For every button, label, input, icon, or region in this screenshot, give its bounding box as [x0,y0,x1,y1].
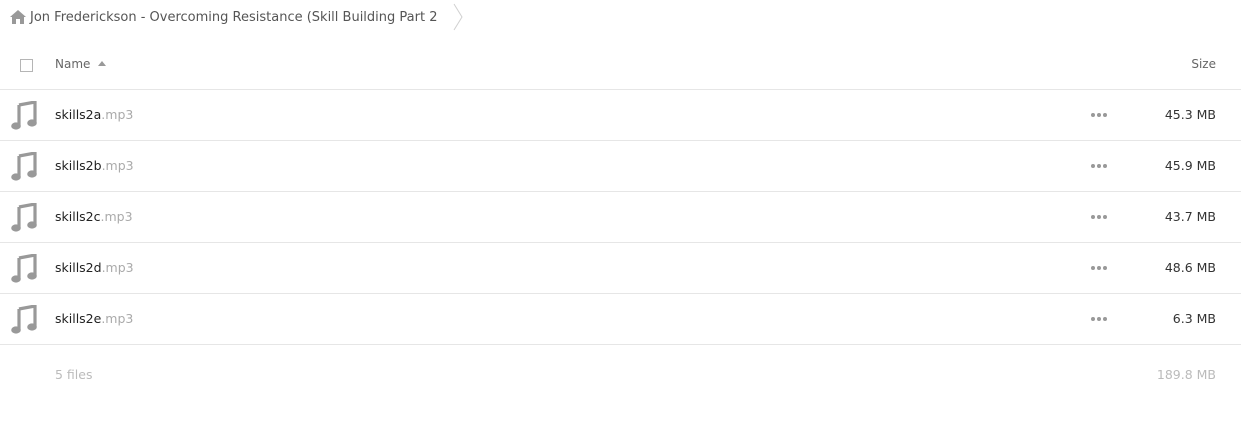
file-row[interactable]: skills2a.mp3 45.3 MB [0,90,1241,141]
file-row[interactable]: skills2e.mp3 6.3 MB [0,294,1241,345]
file-row[interactable]: skills2d.mp3 48.6 MB [0,243,1241,294]
breadcrumb-folder[interactable]: Jon Frederickson - Overcoming Resistance… [30,10,437,25]
select-all-checkbox[interactable] [20,59,33,72]
file-base-name: skills2c [55,209,101,224]
file-size: 48.6 MB [1164,260,1216,275]
list-footer: 5 files 189.8 MB [0,367,1241,387]
file-base-name: skills2a [55,107,102,122]
more-options-icon[interactable] [1090,212,1108,222]
file-size: 43.7 MB [1164,209,1216,224]
file-extension: .mp3 [101,107,134,122]
more-options-icon[interactable] [1090,263,1108,273]
sort-ascending-icon [98,61,107,66]
file-base-name: skills2e [55,311,102,326]
breadcrumb-chevron-icon [454,3,464,31]
file-list: skills2a.mp3 45.3 MB skills2b.mp3 45.9 M… [0,90,1241,345]
more-options-icon[interactable] [1090,110,1108,120]
file-size: 6.3 MB [1172,311,1216,326]
file-name[interactable]: skills2a.mp3 [55,107,133,122]
file-size: 45.3 MB [1164,107,1216,122]
home-icon[interactable] [10,10,26,24]
music-note-icon [11,203,37,232]
size-column-header[interactable]: Size [1191,57,1216,71]
file-name[interactable]: skills2d.mp3 [55,260,134,275]
file-base-name: skills2b [55,158,102,173]
file-base-name: skills2d [55,260,102,275]
file-row[interactable]: skills2c.mp3 43.7 MB [0,192,1241,243]
name-column-label: Name [55,57,91,71]
file-extension: .mp3 [101,311,134,326]
name-column-header[interactable]: Name [55,57,107,71]
file-extension: .mp3 [101,158,134,173]
file-list-page: Jon Frederickson - Overcoming Resistance… [0,0,1241,435]
music-note-icon [11,152,37,181]
total-size: 189.8 MB [1156,367,1216,382]
music-note-icon [11,254,37,283]
file-count: 5 files [55,367,93,382]
more-options-icon[interactable] [1090,161,1108,171]
more-options-icon[interactable] [1090,314,1108,324]
file-row[interactable]: skills2b.mp3 45.9 MB [0,141,1241,192]
file-name[interactable]: skills2c.mp3 [55,209,133,224]
file-name[interactable]: skills2b.mp3 [55,158,134,173]
breadcrumb: Jon Frederickson - Overcoming Resistance… [10,0,464,34]
list-header: Name Size [0,44,1241,90]
file-size: 45.9 MB [1164,158,1216,173]
music-note-icon [11,101,37,130]
file-name[interactable]: skills2e.mp3 [55,311,133,326]
file-extension: .mp3 [100,209,133,224]
music-note-icon [11,305,37,334]
file-extension: .mp3 [101,260,134,275]
